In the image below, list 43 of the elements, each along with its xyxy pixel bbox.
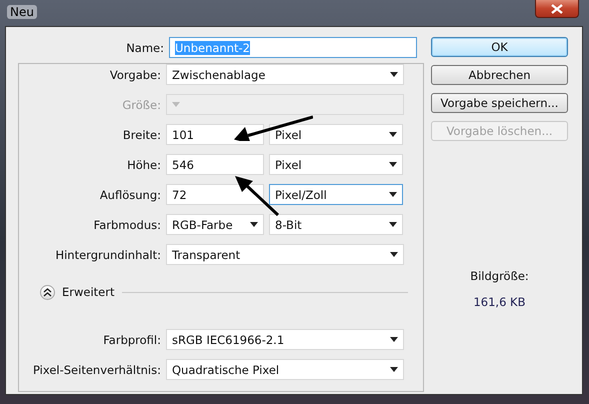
- dropdown[interactable]: Quadratische Pixel: [166, 359, 404, 380]
- unit-dropdown[interactable]: Pixel/Zoll: [269, 184, 403, 205]
- dialog-button[interactable]: Vorgabe speichern...: [431, 93, 568, 113]
- unit-dropdown[interactable]: Pixel: [269, 154, 403, 175]
- unit-dropdown[interactable]: Pixel: [269, 124, 403, 145]
- caret-icon: [389, 132, 397, 137]
- image-size-label: Bildgröße:: [470, 269, 529, 283]
- caret-icon: [390, 72, 398, 77]
- number-field[interactable]: 72: [166, 184, 264, 205]
- dropdown[interactable]: Zwischenablage: [166, 64, 404, 85]
- dialog-button[interactable]: OK: [431, 37, 568, 57]
- section-label: Erweitert: [62, 285, 114, 299]
- number-field[interactable]: 546: [166, 154, 264, 175]
- field-label: Farbmodus:: [92, 218, 161, 232]
- image-size-value: 161,6 KB: [473, 295, 526, 309]
- caret-icon: [390, 337, 398, 342]
- caret-icon: [250, 222, 258, 227]
- field-label: Höhe:: [126, 158, 161, 172]
- dialog-button[interactable]: Abbrechen: [431, 65, 568, 85]
- caret-icon: [172, 102, 180, 107]
- field-label: Pixel-Seitenverhältnis:: [32, 362, 161, 376]
- collapse-button[interactable]: [40, 284, 55, 300]
- close-button[interactable]: [535, 0, 579, 18]
- chevron-icon: [43, 288, 52, 296]
- window-title: Neu: [7, 5, 37, 19]
- dropdown[interactable]: 8-Bit: [269, 214, 403, 235]
- field-label: Name:: [125, 40, 164, 54]
- number-field[interactable]: 101: [166, 124, 264, 145]
- close-icon: [551, 4, 563, 14]
- field-label: Breite:: [122, 128, 161, 142]
- field-label: Hintergrundinhalt:: [54, 248, 161, 262]
- field-label: Auflösung:: [98, 188, 161, 202]
- caret-icon: [389, 192, 397, 197]
- dropdown[interactable]: sRGB IEC61966-2.1: [166, 329, 404, 350]
- field-label: Vorgabe:: [108, 68, 161, 82]
- field-label: Farbprofil:: [102, 332, 161, 346]
- field-label: Größe:: [121, 98, 161, 112]
- dropdown[interactable]: Transparent: [166, 244, 404, 265]
- caret-icon: [390, 252, 398, 257]
- dropdown[interactable]: RGB-Farbe: [166, 214, 264, 235]
- caret-icon: [390, 367, 398, 372]
- caret-icon: [389, 162, 397, 167]
- caret-icon: [389, 222, 397, 227]
